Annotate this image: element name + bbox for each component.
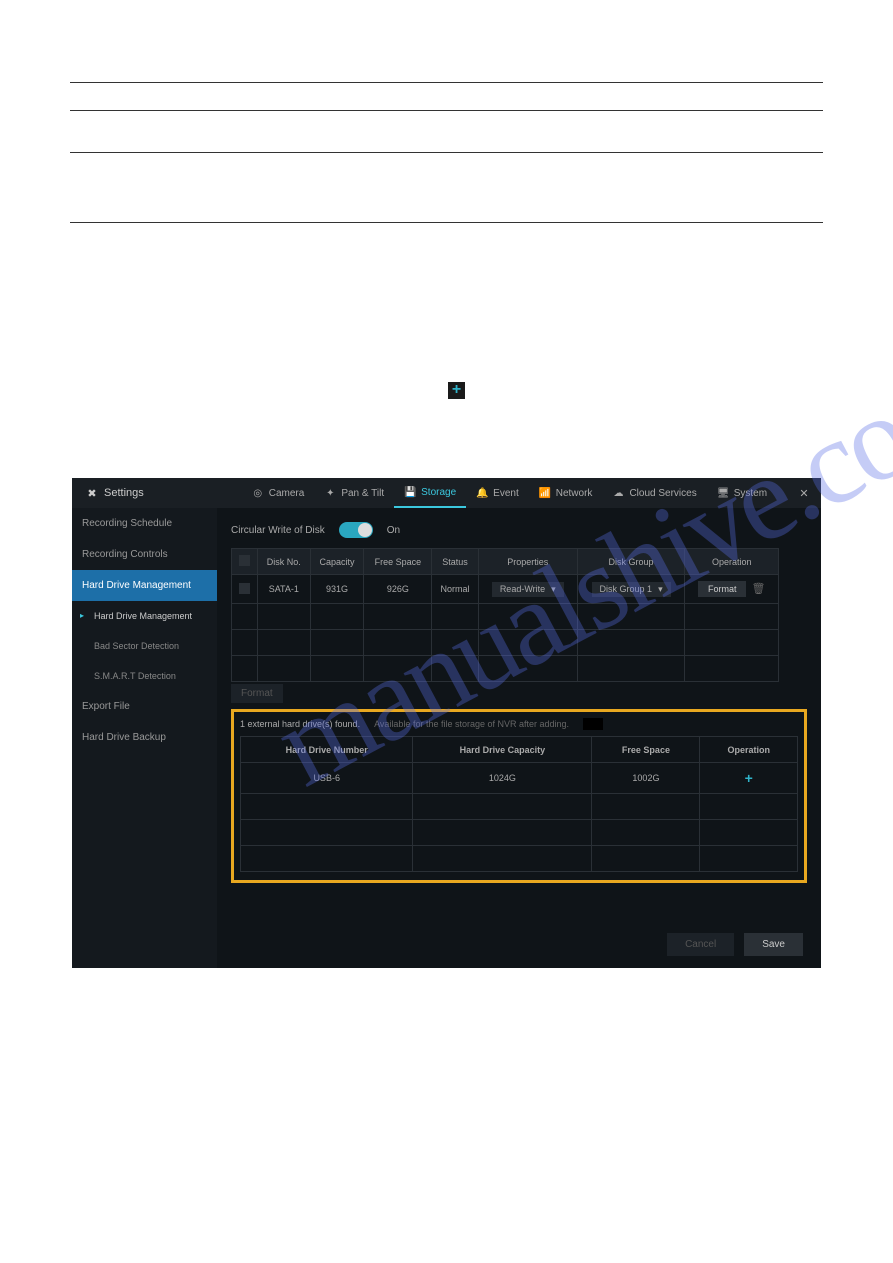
system-icon: 🖥 xyxy=(717,488,729,499)
tab-label: System xyxy=(734,488,767,499)
circular-write-label: Circular Write of Disk xyxy=(231,525,325,536)
format-button[interactable]: Format xyxy=(698,581,747,597)
external-table: Hard Drive Number Hard Drive Capacity Fr… xyxy=(240,736,798,872)
col-capacity: Capacity xyxy=(310,549,364,575)
sidebar-sub-bad-sector[interactable]: Bad Sector Detection xyxy=(72,631,217,661)
external-table-header: Hard Drive Number Hard Drive Capacity Fr… xyxy=(241,737,798,763)
footer-buttons: Cancel Save xyxy=(667,933,803,956)
external-note-text: Available for the file storage of NVR af… xyxy=(374,719,569,729)
cell-status: Normal xyxy=(432,575,478,604)
content-pane: Circular Write of Disk On Disk No. Capac… xyxy=(217,508,821,968)
disk-row-empty xyxy=(232,630,779,656)
divider xyxy=(70,82,823,83)
col-status: Status xyxy=(432,549,478,575)
disk-row: SATA-1 931G 926G Normal Read-Write ▾ Dis… xyxy=(232,575,779,604)
col-disk-no: Disk No. xyxy=(258,549,311,575)
cloud-icon: ☁ xyxy=(612,488,624,499)
cell-hdd-number: USB-6 xyxy=(241,763,413,794)
disk-group-select[interactable]: Disk Group 1 ▾ xyxy=(592,582,671,597)
circular-write-toggle[interactable] xyxy=(339,522,373,538)
format-all-button[interactable]: Format xyxy=(231,684,283,703)
circular-write-state: On xyxy=(387,525,400,536)
pantilt-icon: ✦ xyxy=(324,488,336,499)
cancel-button[interactable]: Cancel xyxy=(667,933,734,956)
tab-network[interactable]: 📶 Network xyxy=(529,478,603,508)
external-row-empty xyxy=(241,794,798,820)
storage-icon: 💾 xyxy=(404,487,416,498)
sidebar-item-recording-controls[interactable]: Recording Controls xyxy=(72,539,217,570)
tools-icon: ✖ xyxy=(86,487,98,500)
cell-disk-no: SATA-1 xyxy=(258,575,311,604)
tab-bar: ◎ Camera ✦ Pan & Tilt 💾 Storage 🔔 Event … xyxy=(242,478,777,508)
settings-title-text: Settings xyxy=(104,487,144,499)
topbar: ✖ Settings ◎ Camera ✦ Pan & Tilt 💾 Stora… xyxy=(72,478,821,508)
col-hdd-capacity: Hard Drive Capacity xyxy=(413,737,592,763)
main-area: Recording Schedule Recording Controls Ha… xyxy=(72,508,821,968)
sidebar-sub-smart[interactable]: S.M.A.R.T Detection xyxy=(72,661,217,691)
external-row: USB-6 1024G 1002G + xyxy=(241,763,798,794)
external-row-empty xyxy=(241,820,798,846)
network-icon: 📶 xyxy=(539,488,551,499)
sidebar-item-hdd-management[interactable]: Hard Drive Management xyxy=(72,570,217,601)
dark-square-icon xyxy=(583,718,603,730)
plus-icon: + xyxy=(448,382,465,399)
tab-label: Camera xyxy=(269,488,305,499)
col-properties: Properties xyxy=(478,549,577,575)
tab-storage[interactable]: 💾 Storage xyxy=(394,478,466,508)
divider xyxy=(70,110,823,111)
disk-group-value: Disk Group 1 xyxy=(600,584,653,594)
sidebar: Recording Schedule Recording Controls Ha… xyxy=(72,508,217,968)
tab-event[interactable]: 🔔 Event xyxy=(466,478,529,508)
disk-table-header: Disk No. Capacity Free Space Status Prop… xyxy=(232,549,779,575)
external-drives-section: 1 external hard drive(s) found. Availabl… xyxy=(231,709,807,883)
save-button[interactable]: Save xyxy=(744,933,803,956)
properties-value: Read-Write xyxy=(500,584,545,594)
sidebar-item-export-file[interactable]: Export File xyxy=(72,691,217,722)
row-checkbox[interactable] xyxy=(239,583,250,594)
properties-select[interactable]: Read-Write ▾ xyxy=(492,582,564,597)
chevron-down-icon: ▾ xyxy=(658,584,663,595)
col-operation: Operation xyxy=(700,737,798,763)
cell-capacity: 931G xyxy=(310,575,364,604)
col-free-space: Free Space xyxy=(592,737,700,763)
sidebar-sub-hdd-management[interactable]: Hard Drive Management xyxy=(72,601,217,631)
tab-label: Storage xyxy=(421,487,456,498)
tab-label: Pan & Tilt xyxy=(341,488,384,499)
tab-cloud[interactable]: ☁ Cloud Services xyxy=(602,478,706,508)
settings-title: ✖ Settings xyxy=(78,487,152,500)
tab-system[interactable]: 🖥 System xyxy=(707,478,777,508)
sidebar-item-recording-schedule[interactable]: Recording Schedule xyxy=(72,508,217,539)
tab-label: Network xyxy=(556,488,593,499)
tab-label: Cloud Services xyxy=(629,488,696,499)
disk-row-empty xyxy=(232,604,779,630)
tab-pan-tilt[interactable]: ✦ Pan & Tilt xyxy=(314,478,394,508)
external-row-empty xyxy=(241,846,798,872)
cell-free: 926G xyxy=(364,575,432,604)
divider xyxy=(70,222,823,223)
divider xyxy=(70,152,823,153)
col-hdd-number: Hard Drive Number xyxy=(241,737,413,763)
trash-icon[interactable]: 🗑 xyxy=(751,583,765,595)
cell-hdd-capacity: 1024G xyxy=(413,763,592,794)
col-free-space: Free Space xyxy=(364,549,432,575)
external-drives-header: 1 external hard drive(s) found. Availabl… xyxy=(240,718,798,730)
col-disk-group: Disk Group xyxy=(577,549,685,575)
circular-write-row: Circular Write of Disk On xyxy=(231,522,807,538)
disk-row-empty xyxy=(232,656,779,682)
close-icon: ✕ xyxy=(799,487,808,500)
settings-window: ✖ Settings ◎ Camera ✦ Pan & Tilt 💾 Stora… xyxy=(72,478,821,968)
close-button[interactable]: ✕ xyxy=(793,482,815,504)
chevron-down-icon: ▾ xyxy=(551,584,556,595)
col-operation: Operation xyxy=(685,549,779,575)
camera-icon: ◎ xyxy=(252,488,264,499)
event-icon: 🔔 xyxy=(476,488,488,499)
sidebar-item-hdd-backup[interactable]: Hard Drive Backup xyxy=(72,722,217,753)
tab-label: Event xyxy=(493,488,519,499)
cell-free-space: 1002G xyxy=(592,763,700,794)
select-all-checkbox[interactable] xyxy=(239,555,250,566)
tab-camera[interactable]: ◎ Camera xyxy=(242,478,315,508)
external-found-text: 1 external hard drive(s) found. xyxy=(240,719,360,729)
disk-table: Disk No. Capacity Free Space Status Prop… xyxy=(231,548,779,682)
add-drive-button[interactable]: + xyxy=(745,770,753,786)
